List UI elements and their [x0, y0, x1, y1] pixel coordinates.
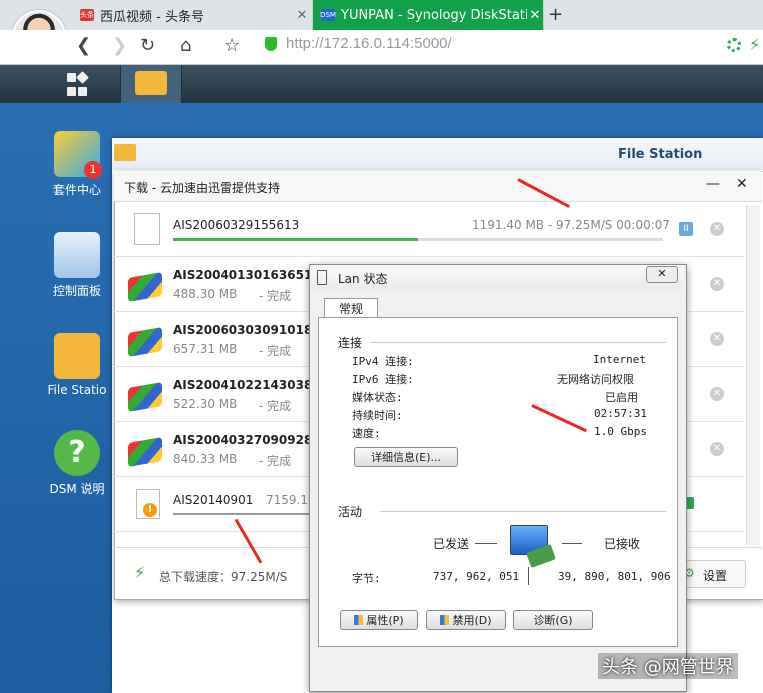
tab-close-icon[interactable]: ✕ [527, 8, 543, 23]
forward-icon[interactable]: ❯ [112, 35, 127, 56]
remove-icon[interactable]: ✕ [710, 222, 724, 236]
bookmark-star-icon[interactable]: ☆ [224, 35, 240, 56]
new-tab-button[interactable]: + [548, 4, 563, 25]
download-status: - 完成 [259, 289, 292, 303]
total-speed: 总下载速度：97.25M/S [159, 570, 288, 584]
ipv6-value: 无网络访问权限 [557, 373, 634, 386]
shortcut-label: 控制面板 [52, 284, 101, 298]
properties-button[interactable]: 属性(P) [340, 610, 418, 630]
uac-shield-icon [440, 615, 450, 625]
bytes-label: 字节: [352, 572, 381, 585]
activity-heading: 活动 [338, 505, 363, 519]
speed-value: 1.0 Gbps [594, 425, 647, 438]
shortcut-label: DSM 说明 [49, 482, 105, 496]
tab-title: YUNPAN - Synology DiskStati [341, 7, 527, 23]
diagnose-button[interactable]: 诊断(G) [513, 610, 593, 630]
window-title: File Station [618, 147, 703, 162]
network-plug-icon [317, 270, 327, 285]
back-icon[interactable]: ❮ [76, 35, 91, 56]
tab-close-icon[interactable]: ✕ [294, 8, 310, 23]
lightning-extension-icon[interactable]: ⚡ [749, 35, 760, 54]
close-icon[interactable]: ✕ [736, 176, 748, 192]
uac-shield-icon [354, 615, 364, 625]
speed-label: 速度: [352, 427, 381, 440]
download-filename: AIS20060303091018 [173, 323, 313, 337]
url-input[interactable]: http://172.16.0.114:5000/ [286, 35, 452, 52]
media-state-label: 媒体状态: [352, 391, 403, 404]
dsm-taskbar [0, 65, 763, 103]
bytes-received-value: 39, 890, 801, 906 [558, 570, 671, 583]
download-dialog-title: 下载 - 云加速由迅雷提供支持 [124, 181, 280, 195]
media-state-value: 已启用 [605, 391, 638, 404]
control-panel-icon [54, 232, 100, 278]
notification-badge: 1 [84, 161, 102, 179]
extension-icon[interactable] [727, 38, 741, 52]
divider [562, 543, 582, 544]
remove-icon[interactable]: ✕ [710, 332, 724, 346]
file-size: 522.30 MB [173, 397, 238, 411]
bytes-sent-value: 737, 962, 051 [433, 570, 520, 583]
shortcut-label: 套件中心 [52, 183, 101, 197]
remove-icon[interactable]: ✕ [710, 387, 724, 401]
download-status: - 完成 [259, 454, 292, 468]
browser-tab-xigua[interactable]: 头条 西瓜视频 - 头条号 ✕ [80, 0, 310, 30]
dsm-favicon-icon: DSM [320, 9, 336, 21]
file-size: 488.30 MB [173, 287, 238, 301]
download-filename: AIS20040327090928 [173, 433, 313, 447]
duration-value: 02:57:31 [594, 407, 647, 420]
help-icon: ? [54, 430, 100, 476]
properties-label: 属性(P) [366, 614, 404, 627]
duration-label: 持续时间: [352, 409, 403, 422]
settings-label: 设置 [703, 569, 728, 583]
remove-icon[interactable]: ✕ [710, 442, 724, 456]
download-filename: AIS20041022143038 [173, 378, 313, 392]
file-size: 657.31 MB [173, 342, 238, 356]
divider [475, 543, 497, 544]
download-progress-info: 1191.40 MB - 97.25M/S 00:00:07 [472, 218, 671, 232]
download-filename: AIS20140901 [173, 493, 254, 507]
divider [370, 342, 666, 343]
progress-bar [173, 513, 313, 515]
minimize-icon[interactable]: — [706, 176, 720, 192]
disable-button[interactable]: 禁用(D) [426, 610, 506, 630]
lan-dialog-title: Lan 状态 [338, 272, 388, 286]
received-label: 已接收 [604, 537, 641, 551]
secure-shield-icon [265, 37, 277, 51]
download-status: - 完成 [259, 344, 292, 358]
lightning-icon: ⚡ [134, 563, 146, 582]
download-filename: AIS20040130163651 [173, 268, 313, 282]
file-station-app-icon [114, 144, 136, 161]
watermark: 头条 @网管世界 [598, 653, 738, 679]
disable-label: 禁用(D) [452, 614, 492, 627]
ipv6-label: IPv6 连接: [352, 373, 414, 386]
progress-fill [173, 238, 418, 241]
divider [528, 567, 529, 585]
download-filename: AIS20060329155613 [173, 218, 300, 232]
browser-tab-dsm[interactable]: DSM YUNPAN - Synology DiskStati ✕ [312, 0, 544, 30]
taskbar-file-station-button[interactable] [120, 65, 182, 103]
warning-icon: ! [143, 503, 157, 517]
divider [380, 511, 666, 512]
file-size: 840.33 MB [173, 452, 238, 466]
home-icon[interactable]: ⌂ [180, 35, 191, 56]
file-icon [134, 213, 160, 245]
details-button[interactable]: 详细信息(E)... [354, 447, 458, 467]
remove-icon[interactable]: ✕ [710, 277, 724, 291]
pause-icon[interactable]: II [679, 222, 693, 236]
file-station-icon [54, 333, 100, 379]
reload-icon[interactable]: ↻ [140, 35, 155, 56]
ipv4-value: Internet [593, 353, 646, 366]
connection-heading: 连接 [338, 336, 363, 350]
download-status: - 完成 [259, 399, 292, 413]
toutiao-favicon-icon: 头条 [80, 9, 94, 21]
tab-title: 西瓜视频 - 头条号 [100, 9, 204, 25]
folder-search-icon [135, 71, 167, 95]
download-scrollbar[interactable] [746, 205, 760, 545]
close-icon[interactable]: ✕ [646, 266, 678, 283]
ipv4-label: IPv4 连接: [352, 355, 414, 368]
shortcut-label: File Statio [47, 383, 107, 397]
progress-bar [173, 238, 663, 241]
main-menu-icon[interactable] [66, 71, 89, 100]
sent-label: 已发送 [433, 537, 470, 551]
